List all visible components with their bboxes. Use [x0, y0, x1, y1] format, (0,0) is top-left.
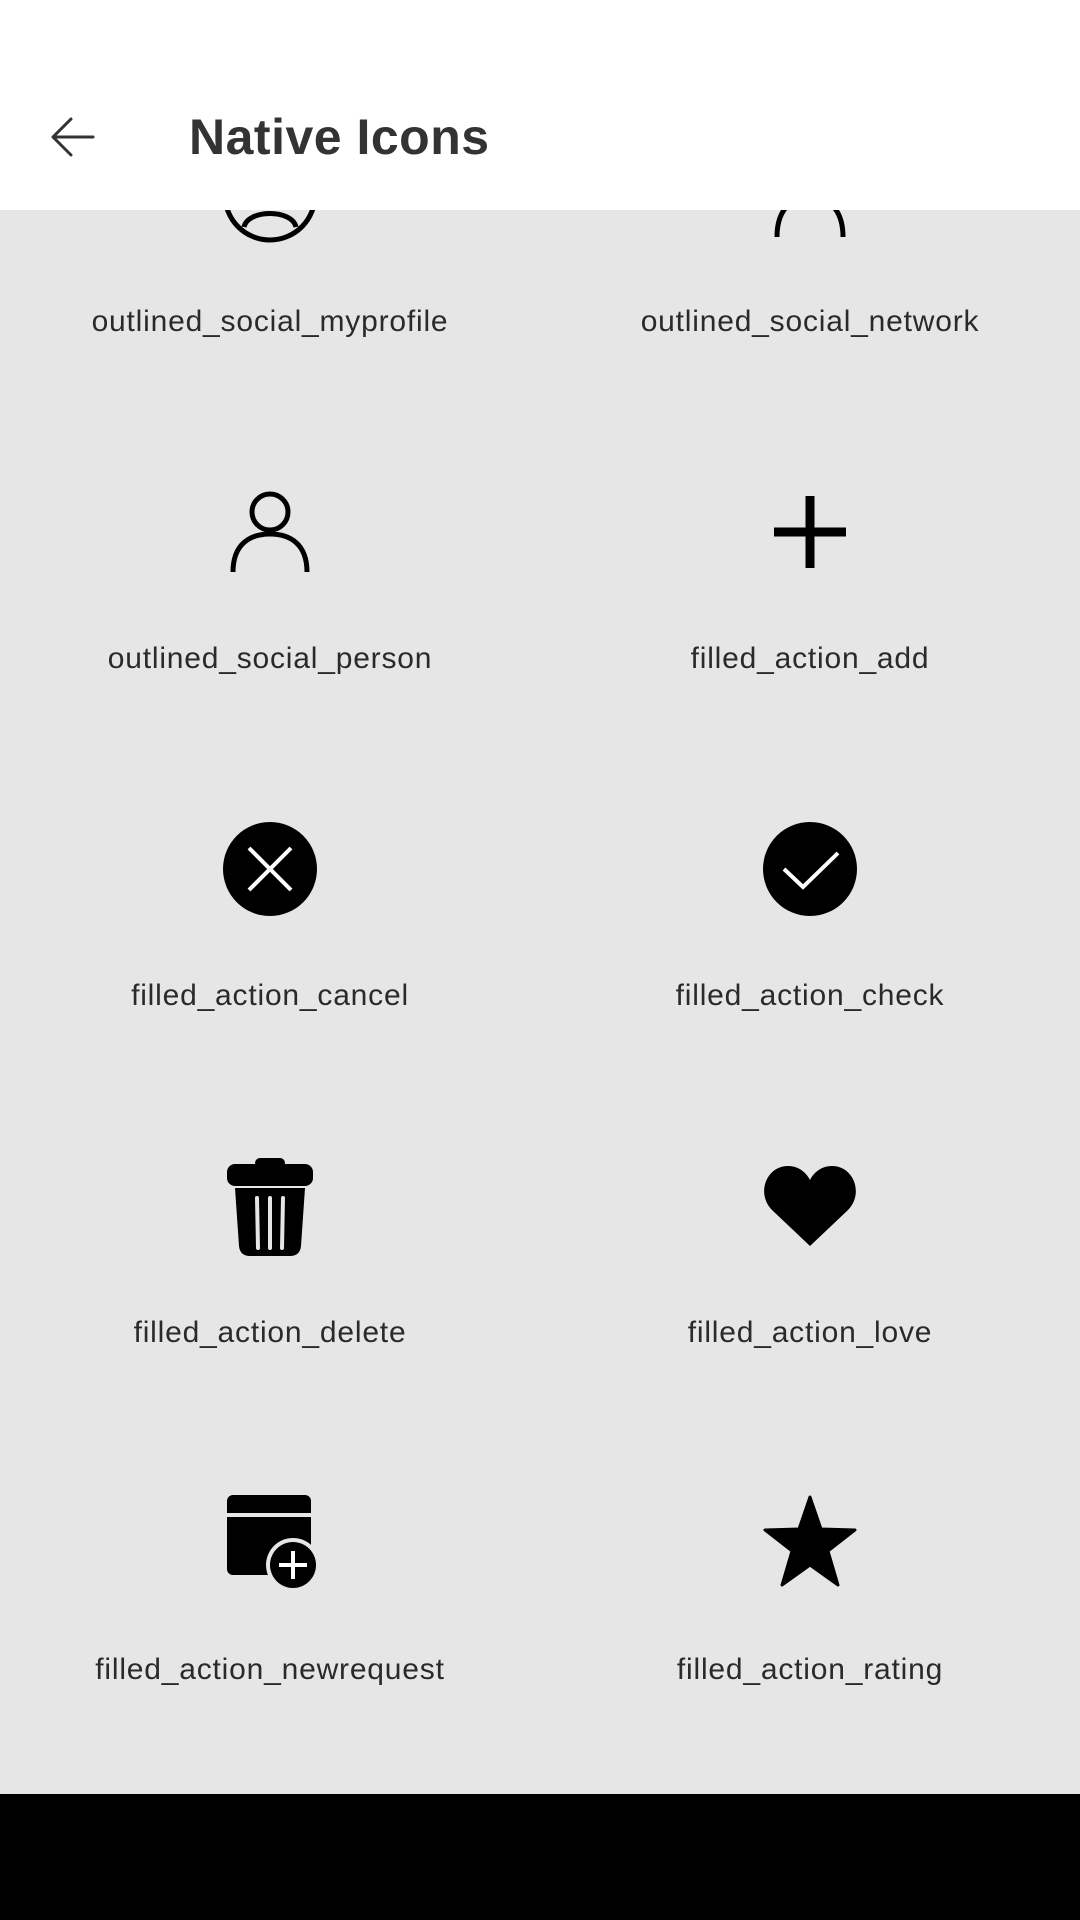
navigation-bar	[0, 1794, 1080, 1920]
status-bar	[0, 0, 1080, 63]
icon-card-rating[interactable]: filled_action_rating	[540, 1413, 1080, 1750]
icon-card-myprofile[interactable]: outlined_social_myprofile	[0, 210, 540, 402]
icon-label: filled_action_love	[687, 1316, 933, 1349]
app-bar: Native Icons	[0, 63, 1080, 210]
person-outline-icon	[230, 491, 310, 573]
back-button[interactable]	[30, 101, 116, 173]
icon-label: outlined_social_network	[640, 305, 980, 338]
profile-circle-icon	[224, 210, 316, 243]
icon-card-add[interactable]: filled_action_add	[540, 402, 1080, 739]
icon-label: outlined_social_person	[107, 642, 433, 675]
icon-label: filled_action_add	[690, 642, 930, 675]
icon-card-check[interactable]: filled_action_check	[540, 739, 1080, 1076]
icon-card-delete[interactable]: filled_action_delete	[0, 1076, 540, 1413]
icon-label: filled_action_rating	[676, 1653, 944, 1686]
icon-grid: outlined_social_myprofile outlined_socia…	[0, 210, 1080, 1794]
heart-icon	[764, 1166, 856, 1246]
plus-icon	[774, 496, 846, 568]
icon-label: filled_action_newrequest	[95, 1653, 445, 1686]
icon-card-love[interactable]: filled_action_love	[540, 1076, 1080, 1413]
network-icon	[774, 210, 846, 238]
icon-label: outlined_social_myprofile	[91, 305, 449, 338]
icon-card-newrequest[interactable]: filled_action_newrequest	[0, 1413, 540, 1750]
page-title: Native Icons	[189, 109, 490, 165]
check-circle-icon	[763, 822, 857, 916]
icon-label: filled_action_delete	[133, 1316, 407, 1349]
icon-card-network[interactable]: outlined_social_network	[540, 210, 1080, 402]
new-request-icon	[227, 1495, 320, 1592]
icon-card-person[interactable]: outlined_social_person	[0, 402, 540, 739]
trash-icon	[227, 1158, 313, 1256]
icon-card-cancel[interactable]: filled_action_cancel	[0, 739, 540, 1076]
icon-label: filled_action_cancel	[131, 979, 409, 1012]
cancel-circle-icon	[223, 822, 317, 916]
icon-label: filled_action_check	[675, 979, 945, 1012]
arrow-back-icon	[51, 117, 95, 157]
star-icon	[763, 1495, 857, 1587]
